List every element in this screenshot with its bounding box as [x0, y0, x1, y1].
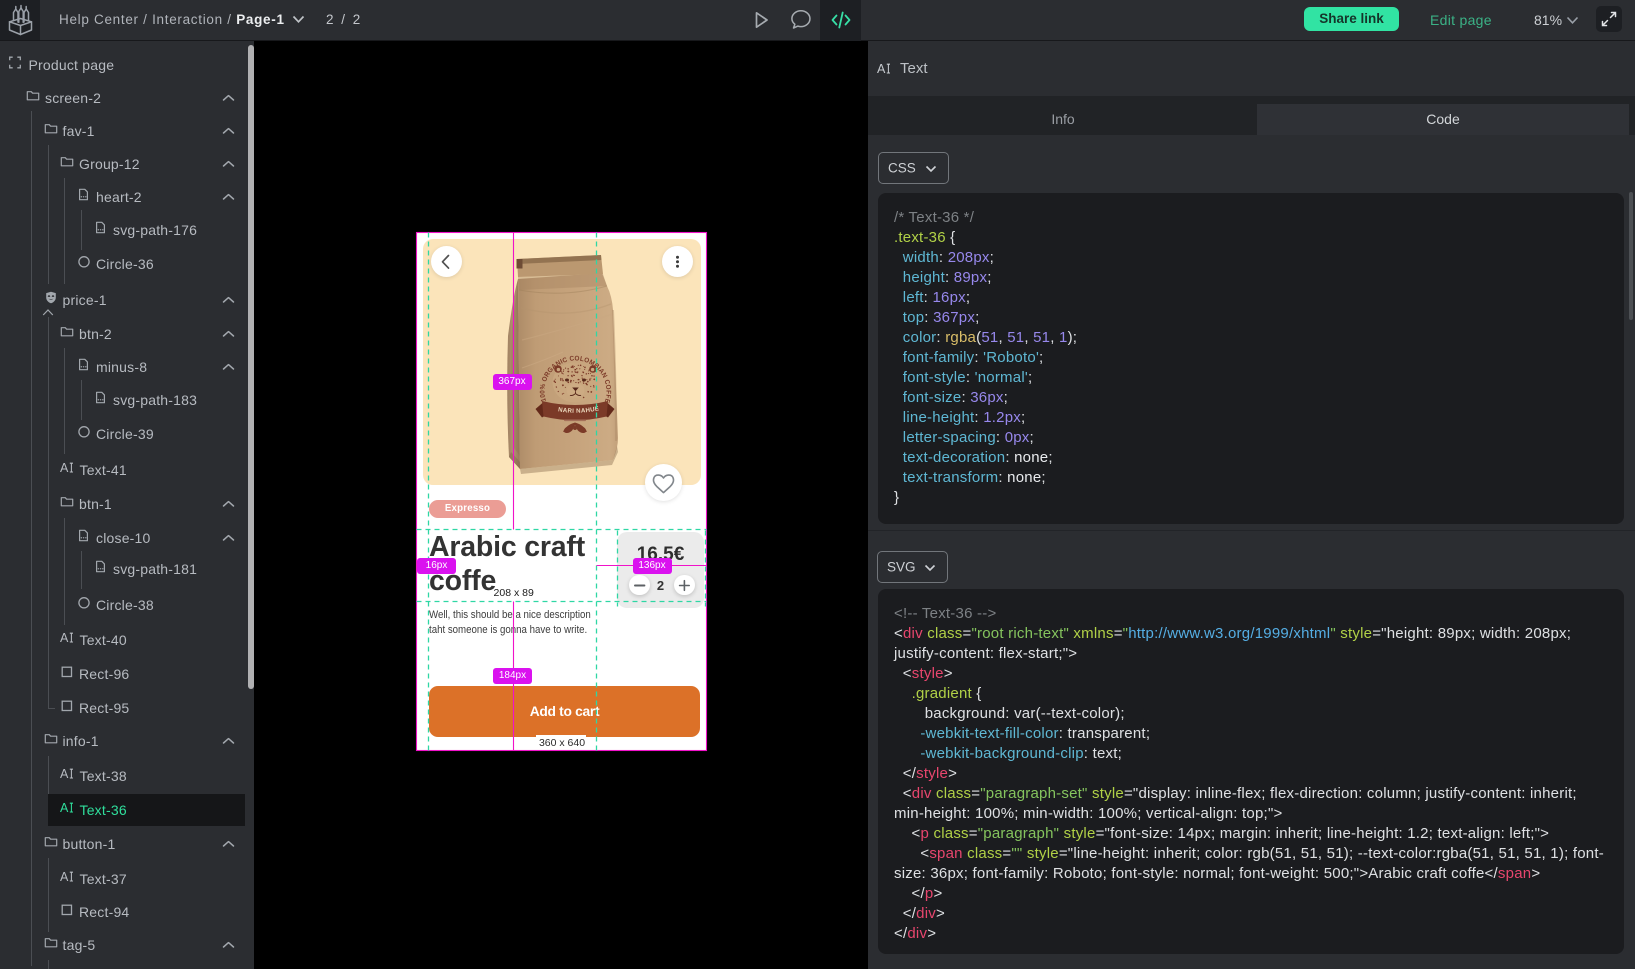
svg-text:A: A: [877, 62, 886, 76]
svg-text:A: A: [60, 767, 69, 781]
svg-text:A: A: [60, 870, 69, 884]
svg-text:A: A: [60, 631, 69, 645]
svg-text:A: A: [60, 461, 69, 475]
svg-text:A: A: [60, 801, 69, 815]
